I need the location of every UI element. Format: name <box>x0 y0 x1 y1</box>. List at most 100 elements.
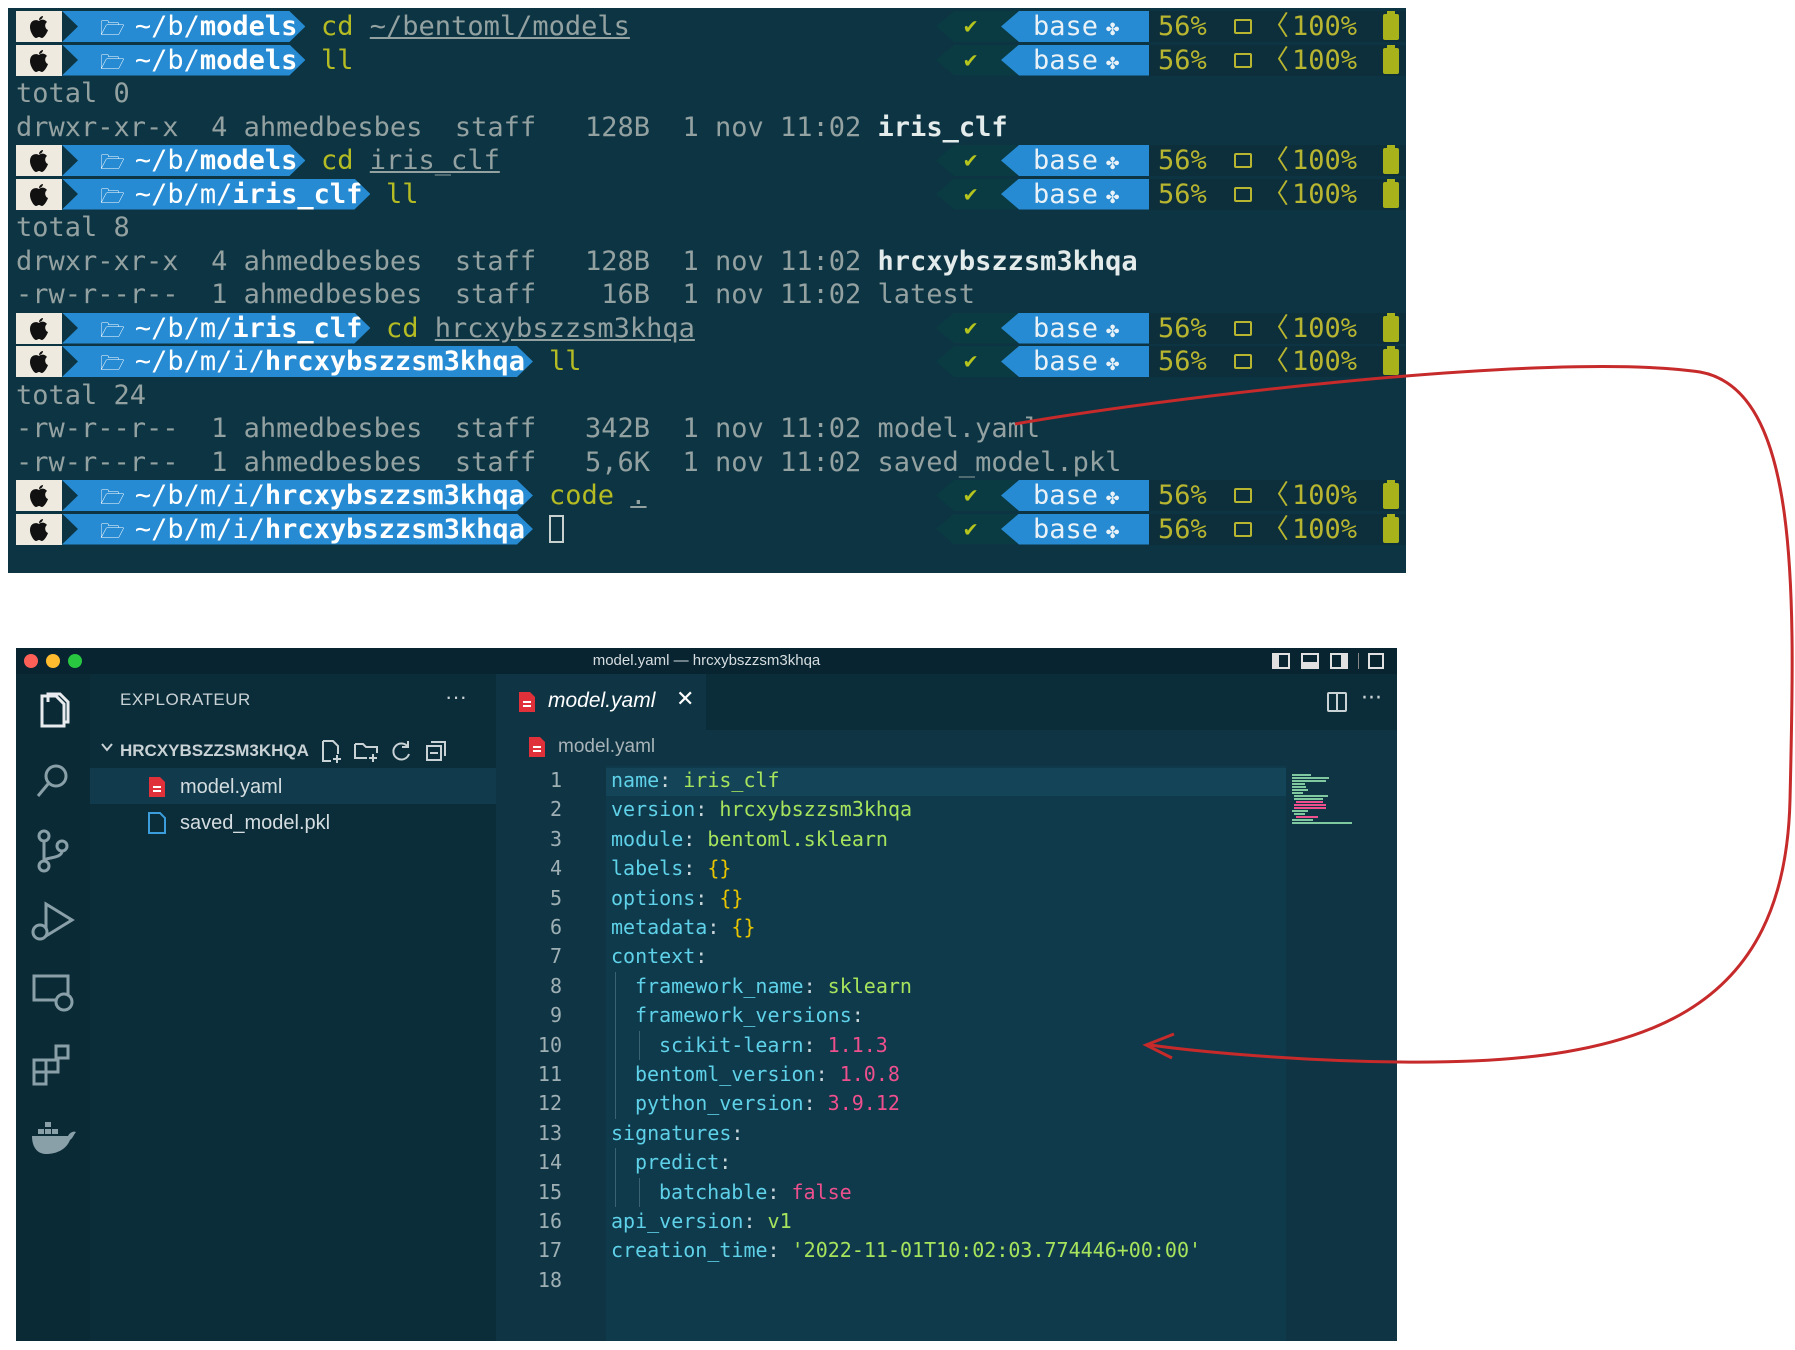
python-icon: ✤ <box>1106 317 1120 343</box>
line-number: 8 <box>549 973 562 998</box>
output-plain: drwxr-xr-x 4 ahmedbesbes staff 128B 1 no… <box>16 245 878 277</box>
apple-icon <box>16 480 62 511</box>
prompt-path: 🗁 ~/b/m/iris_clf <box>62 179 370 210</box>
prompt-line: 🗁 ~/b/m/iris_clf ll ✔ base ✤ 56% 〈 100% <box>8 178 1406 211</box>
python-icon: ✤ <box>1106 49 1120 75</box>
output-plain: total 0 <box>16 78 130 109</box>
yaml-key: scikit-learn <box>659 1032 804 1057</box>
new-folder-icon[interactable] <box>353 738 379 764</box>
disk-icon <box>1234 153 1252 168</box>
yaml-colon: : <box>767 1238 780 1263</box>
file-item-model-yaml[interactable]: model.yaml <box>90 768 496 804</box>
command-name: ll <box>549 346 582 377</box>
breadcrumb[interactable]: model.yaml <box>496 730 1397 764</box>
env-name: base <box>1033 178 1099 210</box>
line-number: 11 <box>537 1062 562 1086</box>
editor-more-actions-button[interactable]: ··· <box>1361 686 1382 711</box>
conda-env-segment: base ✤ <box>1001 346 1149 377</box>
yaml-entry: predict: <box>635 1148 731 1177</box>
check-icon: ✔ <box>964 148 978 173</box>
prompt-path: 🗁 ~/b/models <box>62 145 305 176</box>
code-line: 9 framework_versions: <box>496 1001 1286 1031</box>
breadcrumb-file[interactable]: model.yaml <box>558 736 655 758</box>
yaml-space <box>816 974 828 998</box>
yaml-value: false <box>791 1179 852 1204</box>
close-icon[interactable]: ✕ <box>676 687 694 712</box>
customize-layout-icon[interactable] <box>1368 653 1384 669</box>
cpu-load: 56% <box>1158 44 1207 76</box>
minimap-line <box>1296 816 1319 818</box>
run-debug-icon[interactable] <box>26 894 80 948</box>
yaml-key: version <box>611 797 696 822</box>
toggle-secondary-sidebar-icon[interactable] <box>1330 653 1348 669</box>
split-editor-icon[interactable] <box>1327 692 1347 712</box>
apple-icon <box>16 312 62 344</box>
extensions-icon[interactable] <box>26 1038 80 1092</box>
line-number: 18 <box>537 1267 562 1292</box>
yaml-key: framework_versions <box>635 1003 852 1028</box>
activity-bar <box>16 674 90 1341</box>
yaml-value: iris_clf <box>683 768 780 792</box>
new-file-icon[interactable] <box>318 738 344 764</box>
conda-env-segment: base ✤ <box>1001 178 1149 210</box>
source-control-icon[interactable] <box>26 824 80 878</box>
code-line: 15 batchable: false <box>496 1177 1286 1207</box>
battery-level: 100% <box>1292 44 1358 76</box>
code-line: 10 scikit-learn: 1.1.3 <box>496 1030 1286 1060</box>
code-line: 13 signatures: <box>496 1119 1286 1148</box>
command-name: cd <box>321 11 370 42</box>
minimap-line <box>1294 804 1326 806</box>
battery-icon <box>1383 513 1399 543</box>
collapse-all-icon[interactable] <box>423 738 449 764</box>
code-editor[interactable]: 1 name: iris_clf 2 version: hrcxybszzsm3khq… <box>496 766 1397 1341</box>
remote-explorer-icon[interactable] <box>26 966 80 1020</box>
output-text: drwxr-xr-x 4 ahmedbesbes staff 128B 1 no… <box>16 111 1008 144</box>
chevron-down-icon[interactable] <box>100 740 114 754</box>
yaml-colon: : <box>803 1091 816 1116</box>
line-number: 12 <box>537 1091 562 1116</box>
file-name: model.yaml <box>180 776 283 798</box>
search-icon[interactable] <box>26 754 80 808</box>
prompt-path: 🗁 ~/b/models <box>62 45 305 76</box>
disk-icon <box>1234 521 1252 537</box>
prompt-line: 🗁 ~/b/m/i/hrcxybszzsm3khqa ✔ base ✤ 56% 〈 100% <box>8 513 1406 546</box>
check-icon: ✔ <box>964 181 978 207</box>
docker-icon[interactable] <box>26 1110 80 1164</box>
minimap-line <box>1292 774 1312 776</box>
terminal-window[interactable]: 🗁 ~/b/models cd ~/bentoml/models ✔ base ✤ 56% 〈… <box>8 8 1406 573</box>
minimap[interactable] <box>1286 766 1397 1341</box>
code-line: 8 framework_name: sklearn <box>496 971 1286 1002</box>
apple-icon <box>16 178 62 210</box>
explorer-more-actions-button[interactable]: ··· <box>445 684 467 710</box>
path-current: hrcxybszzsm3khqa <box>264 513 525 545</box>
yaml-colon: : <box>695 944 708 969</box>
toggle-panel-icon[interactable] <box>1301 653 1319 669</box>
line-number: 13 <box>537 1120 562 1145</box>
battery-icon <box>1383 480 1399 509</box>
minimap-line <box>1294 795 1328 797</box>
yaml-colon: : <box>683 856 696 881</box>
yaml-entry: name: iris_clf <box>611 766 780 795</box>
path-prefix: ~/b/m/i/ <box>134 513 265 545</box>
tab-model-yaml[interactable]: model.yaml ✕ <box>496 674 706 730</box>
toggle-primary-sidebar-icon[interactable] <box>1272 653 1290 669</box>
file-item-saved-model-pkl[interactable]: saved_model.pkl <box>90 804 496 840</box>
indent-guide <box>639 1177 640 1207</box>
command-arg: iris_clf <box>369 145 500 176</box>
command: cd hrcxybszzsm3khqa <box>386 312 695 345</box>
code-line: 7 context: <box>496 942 1286 971</box>
yaml-key: predict <box>635 1150 720 1175</box>
explorer-files-icon[interactable] <box>26 684 80 738</box>
refresh-icon[interactable] <box>388 738 414 764</box>
check-icon: ✔ <box>964 315 978 341</box>
yaml-space <box>707 797 719 821</box>
prompt-path: 🗁 ~/b/m/i/hrcxybszzsm3khqa <box>62 514 533 545</box>
folder-icon: 🗁 <box>100 49 125 74</box>
conda-env-segment: base ✤ <box>1001 480 1149 511</box>
minimap-line <box>1292 780 1326 782</box>
command: ll <box>321 44 354 77</box>
text-cursor[interactable] <box>549 514 564 543</box>
file-icon <box>148 812 166 834</box>
battery-icon <box>1383 346 1399 375</box>
folder-header[interactable]: HRCXYBSZZSM3KHQA <box>90 736 496 766</box>
